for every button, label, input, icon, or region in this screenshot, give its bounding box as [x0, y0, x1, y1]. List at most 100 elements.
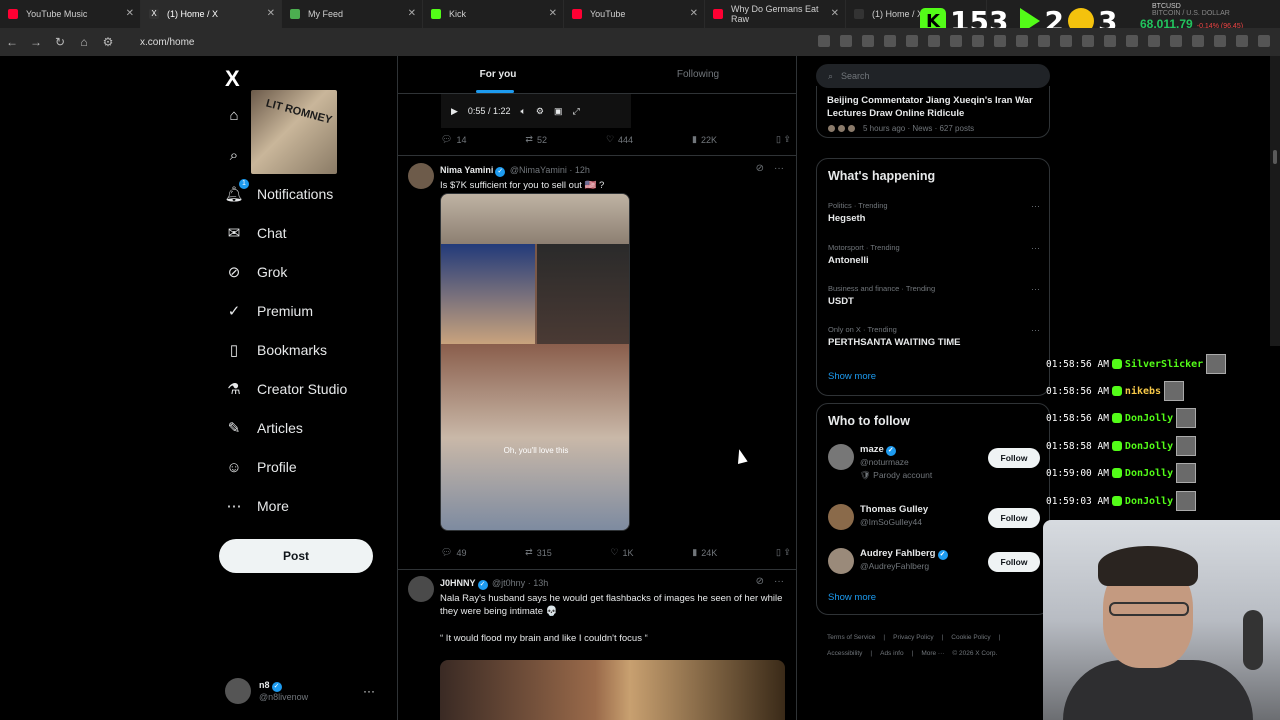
tweet-time[interactable]: · 12h	[569, 165, 590, 175]
more-icon[interactable]: ···	[774, 576, 784, 587]
search-input[interactable]: ⌕ Search	[816, 64, 1050, 88]
trend-item[interactable]: Business and finance · Trending USDT ···	[828, 284, 1040, 307]
extension-icon[interactable]	[994, 35, 1006, 47]
more-icon[interactable]: ···	[1031, 325, 1040, 335]
sidebar-item-home[interactable]: ⌂	[225, 106, 243, 124]
bookmark-button[interactable]: ▯ ⇪	[776, 134, 791, 145]
extension-icon[interactable]	[1038, 35, 1050, 47]
news-card[interactable]: Beijing Commentator Jiang Xueqin's Iran …	[816, 86, 1050, 138]
extension-icon[interactable]	[862, 35, 874, 47]
follow-button[interactable]: Follow	[988, 448, 1040, 468]
settings-icon[interactable]: ⚙	[536, 106, 544, 117]
like-button[interactable]: ♡ 444	[606, 134, 633, 145]
trend-item[interactable]: Only on X · Trending PERTHSANTA WAITING T…	[828, 325, 1040, 348]
tweet-video[interactable]: Oh, you'll love this	[440, 193, 630, 531]
close-icon[interactable]: ✕	[549, 8, 557, 19]
more-icon[interactable]: ···	[1031, 284, 1040, 294]
footer-link[interactable]: Privacy Policy	[893, 634, 933, 641]
more-icon[interactable]: ···	[1031, 201, 1040, 211]
tab-for-you[interactable]: For you	[398, 56, 598, 93]
sidebar-item-creator-studio[interactable]: ⚗ Creator Studio	[225, 380, 347, 398]
site-info-icon[interactable]: ⚙	[96, 35, 120, 49]
follow-suggestion[interactable]: Audrey Fahlberg ✓ @AudreyFahlberg Follow	[828, 548, 1040, 592]
play-icon[interactable]: ▶	[451, 106, 458, 117]
reply-button[interactable]: 💬︎ 49	[441, 547, 466, 558]
browser-tab[interactable]: My Feed ✕	[282, 0, 423, 28]
reload-icon[interactable]: ↻	[48, 35, 72, 49]
extension-icon[interactable]	[1104, 35, 1116, 47]
browser-tab[interactable]: X (1) Home / X ✕	[141, 0, 282, 28]
avatar[interactable]	[408, 576, 434, 602]
close-icon[interactable]: ✕	[267, 8, 275, 19]
reply-button[interactable]: 💬︎ 14	[441, 134, 466, 145]
extension-icon[interactable]	[1016, 35, 1028, 47]
extension-icon[interactable]	[1258, 35, 1270, 47]
follow-button[interactable]: Follow	[988, 552, 1040, 572]
sidebar-item-articles[interactable]: ✎ Articles	[225, 419, 303, 437]
extension-icon[interactable]	[884, 35, 896, 47]
close-icon[interactable]: ✕	[126, 8, 134, 19]
browser-tab[interactable]: Kick ✕	[423, 0, 564, 28]
browser-tab[interactable]: YouTube ✕	[564, 0, 705, 28]
tweet-author-name[interactable]: J0HNNY	[440, 578, 476, 588]
grok-icon[interactable]: ⊘	[756, 163, 764, 174]
footer-link[interactable]: Accessibility	[827, 650, 862, 657]
extension-icon[interactable]	[1192, 35, 1204, 47]
extension-icon[interactable]	[1214, 35, 1226, 47]
tweet-handle[interactable]: @NimaYamini	[510, 165, 567, 175]
extension-icon[interactable]	[1236, 35, 1248, 47]
back-icon[interactable]: ←	[0, 35, 24, 49]
extension-icon[interactable]	[972, 35, 984, 47]
trend-item[interactable]: Motorsport · Trending Antonelli ···	[828, 243, 1040, 266]
home-icon[interactable]: ⌂	[72, 35, 96, 49]
footer-link[interactable]: Terms of Service	[827, 634, 875, 641]
views-button[interactable]: ▮ 22K	[692, 134, 717, 145]
page-scrollbar[interactable]	[1270, 56, 1280, 346]
close-icon[interactable]: ✕	[408, 8, 416, 19]
pip-icon[interactable]: ▣	[554, 106, 563, 117]
repost-button[interactable]: ⇄ 52	[525, 134, 547, 145]
bookmark-star-icon[interactable]	[840, 35, 852, 47]
views-button[interactable]: ▮ 24K	[692, 547, 717, 558]
extension-icon[interactable]	[1060, 35, 1072, 47]
avatar[interactable]	[828, 504, 854, 530]
avatar[interactable]	[828, 444, 854, 470]
sidebar-item-notifications[interactable]: 🔔︎ 1 Notifications	[224, 179, 333, 203]
tweet-handle[interactable]: @jt0hny	[492, 578, 525, 588]
tweet-time[interactable]: · 13h	[528, 578, 549, 588]
tweet-media[interactable]	[440, 660, 785, 720]
extension-icon[interactable]	[1170, 35, 1182, 47]
extension-icon[interactable]	[950, 35, 962, 47]
close-icon[interactable]: ✕	[831, 8, 839, 19]
extension-icon[interactable]	[1126, 35, 1138, 47]
bookmark-button[interactable]: ▯ ⇪	[776, 547, 791, 558]
sidebar-item-chat[interactable]: ✉ Chat	[225, 224, 287, 242]
extension-icon[interactable]	[1148, 35, 1160, 47]
extension-icon[interactable]	[1082, 35, 1094, 47]
forward-icon[interactable]: →	[24, 35, 48, 49]
show-more-link[interactable]: Show more	[828, 592, 876, 603]
follow-suggestion[interactable]: Thomas Gulley @ImSoGulley44 Follow	[828, 504, 1040, 548]
follow-suggestion[interactable]: maze ✓ @noturmaze 🛡 Parody account Follow	[828, 444, 1040, 488]
more-icon[interactable]: ···	[774, 163, 784, 174]
grok-icon[interactable]: ⊘	[756, 576, 764, 587]
sidebar-item-bookmarks[interactable]: ▯ Bookmarks	[225, 341, 327, 359]
account-switcher[interactable]: n8 ✓ @n8livenow ···	[225, 676, 395, 706]
more-icon[interactable]: ···	[363, 684, 375, 698]
extension-icon[interactable]	[906, 35, 918, 47]
like-button[interactable]: ♡ 1K	[610, 547, 633, 558]
fullscreen-icon[interactable]: ⤢	[572, 106, 579, 117]
tweet-author-name[interactable]: Nima Yamini	[440, 165, 493, 175]
avatar[interactable]	[828, 548, 854, 574]
x-logo-icon[interactable]: X	[225, 66, 240, 92]
avatar[interactable]	[408, 163, 434, 189]
tab-following[interactable]: Following	[598, 56, 796, 93]
volume-icon[interactable]: 🔈︎	[520, 106, 525, 117]
sidebar-item-profile[interactable]: ☺ Profile	[225, 458, 296, 476]
url-field[interactable]: x.com/home	[140, 37, 194, 48]
close-icon[interactable]: ✕	[690, 8, 698, 19]
post-button[interactable]: Post	[219, 539, 373, 573]
footer-link[interactable]: Cookie Policy	[951, 634, 990, 641]
extension-icon[interactable]	[818, 35, 830, 47]
browser-tab[interactable]: YouTube Music ✕	[0, 0, 141, 28]
